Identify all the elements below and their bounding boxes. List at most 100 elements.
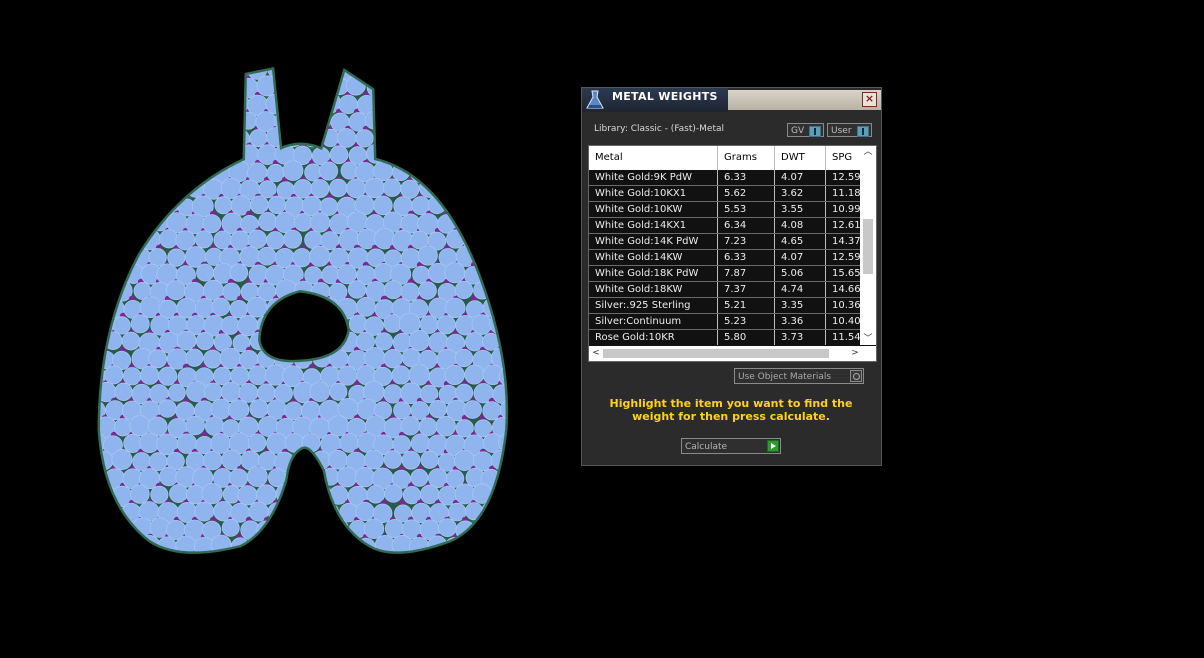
gem-stone [250,537,269,552]
header-grams[interactable]: Grams [718,146,775,170]
gem-stone [373,94,395,116]
table-row[interactable]: Rose Gold:10KR 5.80 3.73 11.54 [589,330,860,345]
gem-stone [249,399,269,419]
prong [173,108,181,116]
prong [516,415,522,421]
gem-stone [166,145,185,164]
dwt-cell: 4.65 [775,234,826,249]
gem-stone [354,467,376,488]
gem-stone [130,484,150,504]
prong [119,550,127,552]
spg-cell: 14.66 [832,284,860,295]
table-row[interactable]: Silver:Continuum 5.23 3.36 10.40 [589,314,860,330]
prong [452,159,460,167]
table-row[interactable]: White Gold:14KW 6.33 4.07 12.59 [589,250,860,266]
gem-stone [480,501,501,522]
header-dwt[interactable]: DWT [775,146,826,170]
gem-stone [309,212,331,233]
metal-table[interactable]: Metal Grams DWT SPG White Gold:9K PdW 6.3… [588,145,877,362]
vertical-scrollbar[interactable]: ︿ ﹀ [860,146,876,345]
prong [119,210,127,218]
prong [470,159,478,167]
prong [299,516,307,524]
prong [128,159,136,167]
table-row[interactable]: White Gold:14K PdW 7.23 4.65 14.37 [589,234,860,250]
dropdown-circle-icon[interactable] [850,370,862,382]
prong [182,91,190,99]
prong [299,74,307,82]
horizontal-scrollbar[interactable]: < > [589,346,876,361]
gem-stone [274,517,294,538]
gem-stone [284,334,303,353]
prong [101,278,109,286]
close-button[interactable]: × [862,92,877,107]
gem-stone [277,77,296,96]
gem-stone [114,382,133,401]
3d-viewport[interactable] [0,0,570,658]
gem-stone [291,77,313,98]
prong [281,108,289,116]
flask-app-icon [586,90,604,109]
gem-stone [249,195,269,215]
gem-stone [312,316,332,335]
gem-stone [472,77,492,97]
gem-stone [481,92,502,114]
gem-stone [131,213,152,234]
prong [308,465,316,473]
scroll-right-icon[interactable]: > [848,346,862,361]
table-row[interactable]: White Gold:18KW 7.37 4.74 14.66 [589,282,860,298]
calculate-button[interactable]: Calculate [681,438,781,454]
metal-cell: Silver:Continuum [589,314,718,329]
materials-dropdown[interactable]: Use Object Materials [734,368,864,384]
gem-stone [499,535,506,552]
dwt-cell: 4.07 [775,170,826,185]
horizontal-scroll-thumb[interactable] [603,349,829,358]
table-row[interactable]: White Gold:10KW 5.53 3.55 10.99 [589,202,860,218]
gem-stone [500,296,506,318]
gem-stone [418,281,437,300]
gem-stone [364,449,384,470]
gem-stone [209,70,232,83]
gem-stone [100,92,108,115]
prong [516,279,522,285]
prong [407,74,415,82]
prong [227,142,235,150]
gem-stone [176,70,195,80]
gem-stone [113,77,136,99]
table-row[interactable]: White Gold:10KX1 5.62 3.62 11.18 [589,186,860,202]
table-row[interactable]: Silver:.925 Sterling 5.21 3.35 10.36 [589,298,860,314]
gem-stone [100,211,118,233]
scroll-left-icon[interactable]: < [589,346,603,361]
table-row[interactable]: White Gold:14KX1 6.34 4.08 12.61 [589,218,860,234]
header-metal[interactable]: Metal [589,146,718,170]
gv-toggle[interactable]: GV [787,123,824,137]
gem-stone [292,484,312,504]
gem-stone [417,112,439,133]
user-toggle[interactable]: User [827,123,872,137]
vertical-scroll-thumb[interactable] [863,219,873,274]
metal-cell: White Gold:10KW [589,202,718,217]
gem-stone [374,332,394,351]
prong [128,125,136,133]
scroll-up-icon[interactable]: ︿ [860,146,876,158]
prong [497,244,505,252]
prong [173,74,181,82]
prong [507,500,513,506]
gem-stone [292,248,312,268]
calculate-label: Calculate [685,442,728,452]
gv-toggle-label: GV [791,126,805,136]
gem-stone [203,349,223,369]
gem-stone [391,365,411,385]
prong [452,91,460,99]
gem-stone [266,231,285,250]
table-row[interactable]: White Gold:9K PdW 6.33 4.07 12.59 [589,170,860,186]
prong [470,193,478,201]
gem-stone [100,467,108,488]
gem-stone [373,195,393,216]
gem-stone [247,433,267,453]
gem-stone [222,110,242,130]
table-row[interactable]: White Gold:18K PdW 7.87 5.06 15.65 [589,266,860,282]
header-spg[interactable]: SPG [826,146,860,170]
scroll-down-icon[interactable]: ﹀ [860,333,876,345]
panel-titlebar[interactable]: METAL WEIGHTS × [582,88,881,112]
